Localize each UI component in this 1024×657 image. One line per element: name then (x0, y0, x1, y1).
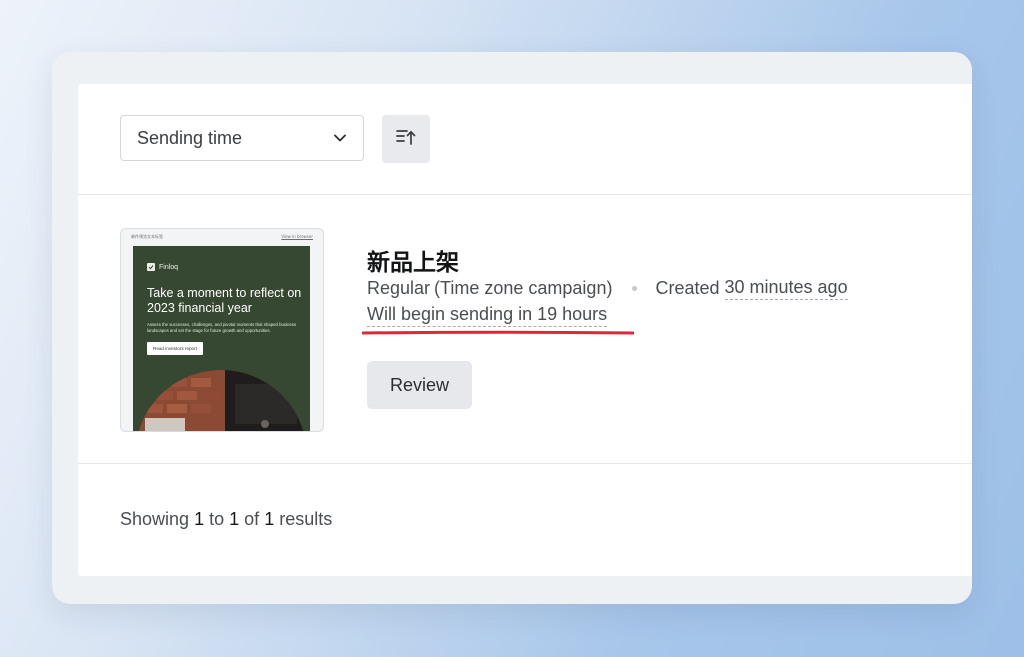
email-preview-thumbnail[interactable]: 邮件预览文本标签 View in browser Finloq Take a m… (120, 228, 324, 432)
pagination-total: 1 (264, 509, 275, 529)
thumbnail-body: Assess the successes, challenges, and pi… (147, 322, 297, 333)
schedule-status[interactable]: Will begin sending in 19 hours (367, 304, 608, 327)
campaign-title[interactable]: 新品上架 (367, 243, 459, 277)
created-relative-time[interactable]: 30 minutes ago (724, 277, 848, 300)
campaign-type: Regular (367, 278, 431, 298)
thumbnail-cta-button: Read investors report (147, 342, 203, 355)
thumbnail-hero-photo (135, 370, 307, 431)
campaign-list-panel: Sending time 邮件预览文本标签 View in browser Fi… (78, 84, 972, 576)
review-button[interactable]: Review (367, 361, 472, 409)
sort-direction-button[interactable] (382, 115, 430, 163)
campaign-row[interactable]: 邮件预览文本标签 View in browser Finloq Take a m… (78, 195, 972, 464)
thumbnail-header: 邮件预览文本标签 View in browser (131, 234, 313, 242)
created-label: Created (655, 278, 720, 298)
sort-by-value: Sending time (137, 127, 243, 148)
pagination-from: 1 (194, 509, 205, 529)
campaign-subtype: (Time zone campaign) (434, 278, 613, 298)
thumbnail-preheader: 邮件预览文本标签 (131, 234, 163, 239)
thumbnail-hero-card: Finloq Take a moment to reflect on 2023 … (133, 246, 310, 431)
thumbnail-brand: Finloq (147, 263, 178, 271)
campaign-meta: Regular (Time zone campaign) Created 30 … (367, 277, 848, 300)
thumbnail-brand-name: Finloq (159, 263, 179, 271)
list-toolbar: Sending time (78, 84, 972, 195)
pagination-prefix: Showing (120, 509, 190, 529)
thumbnail-headline: Take a moment to reflect on 2023 financi… (147, 286, 302, 315)
sort-ascending-icon (396, 129, 416, 150)
pagination-to: 1 (229, 509, 240, 529)
separator-dot (632, 286, 638, 291)
brand-logo-icon (147, 263, 155, 271)
thumbnail-browser-link: View in browser (281, 234, 313, 239)
pagination-to-word: to (209, 509, 225, 529)
pagination-suffix: results (279, 509, 333, 529)
pagination-summary: Showing 1 to 1 of 1 results (120, 509, 332, 530)
pagination-of-word: of (244, 509, 260, 529)
app-frame: Sending time 邮件预览文本标签 View in browser Fi… (52, 52, 972, 604)
sort-by-select[interactable]: Sending time (120, 115, 364, 161)
chevron-down-icon (333, 131, 347, 145)
highlight-underline (362, 330, 634, 335)
